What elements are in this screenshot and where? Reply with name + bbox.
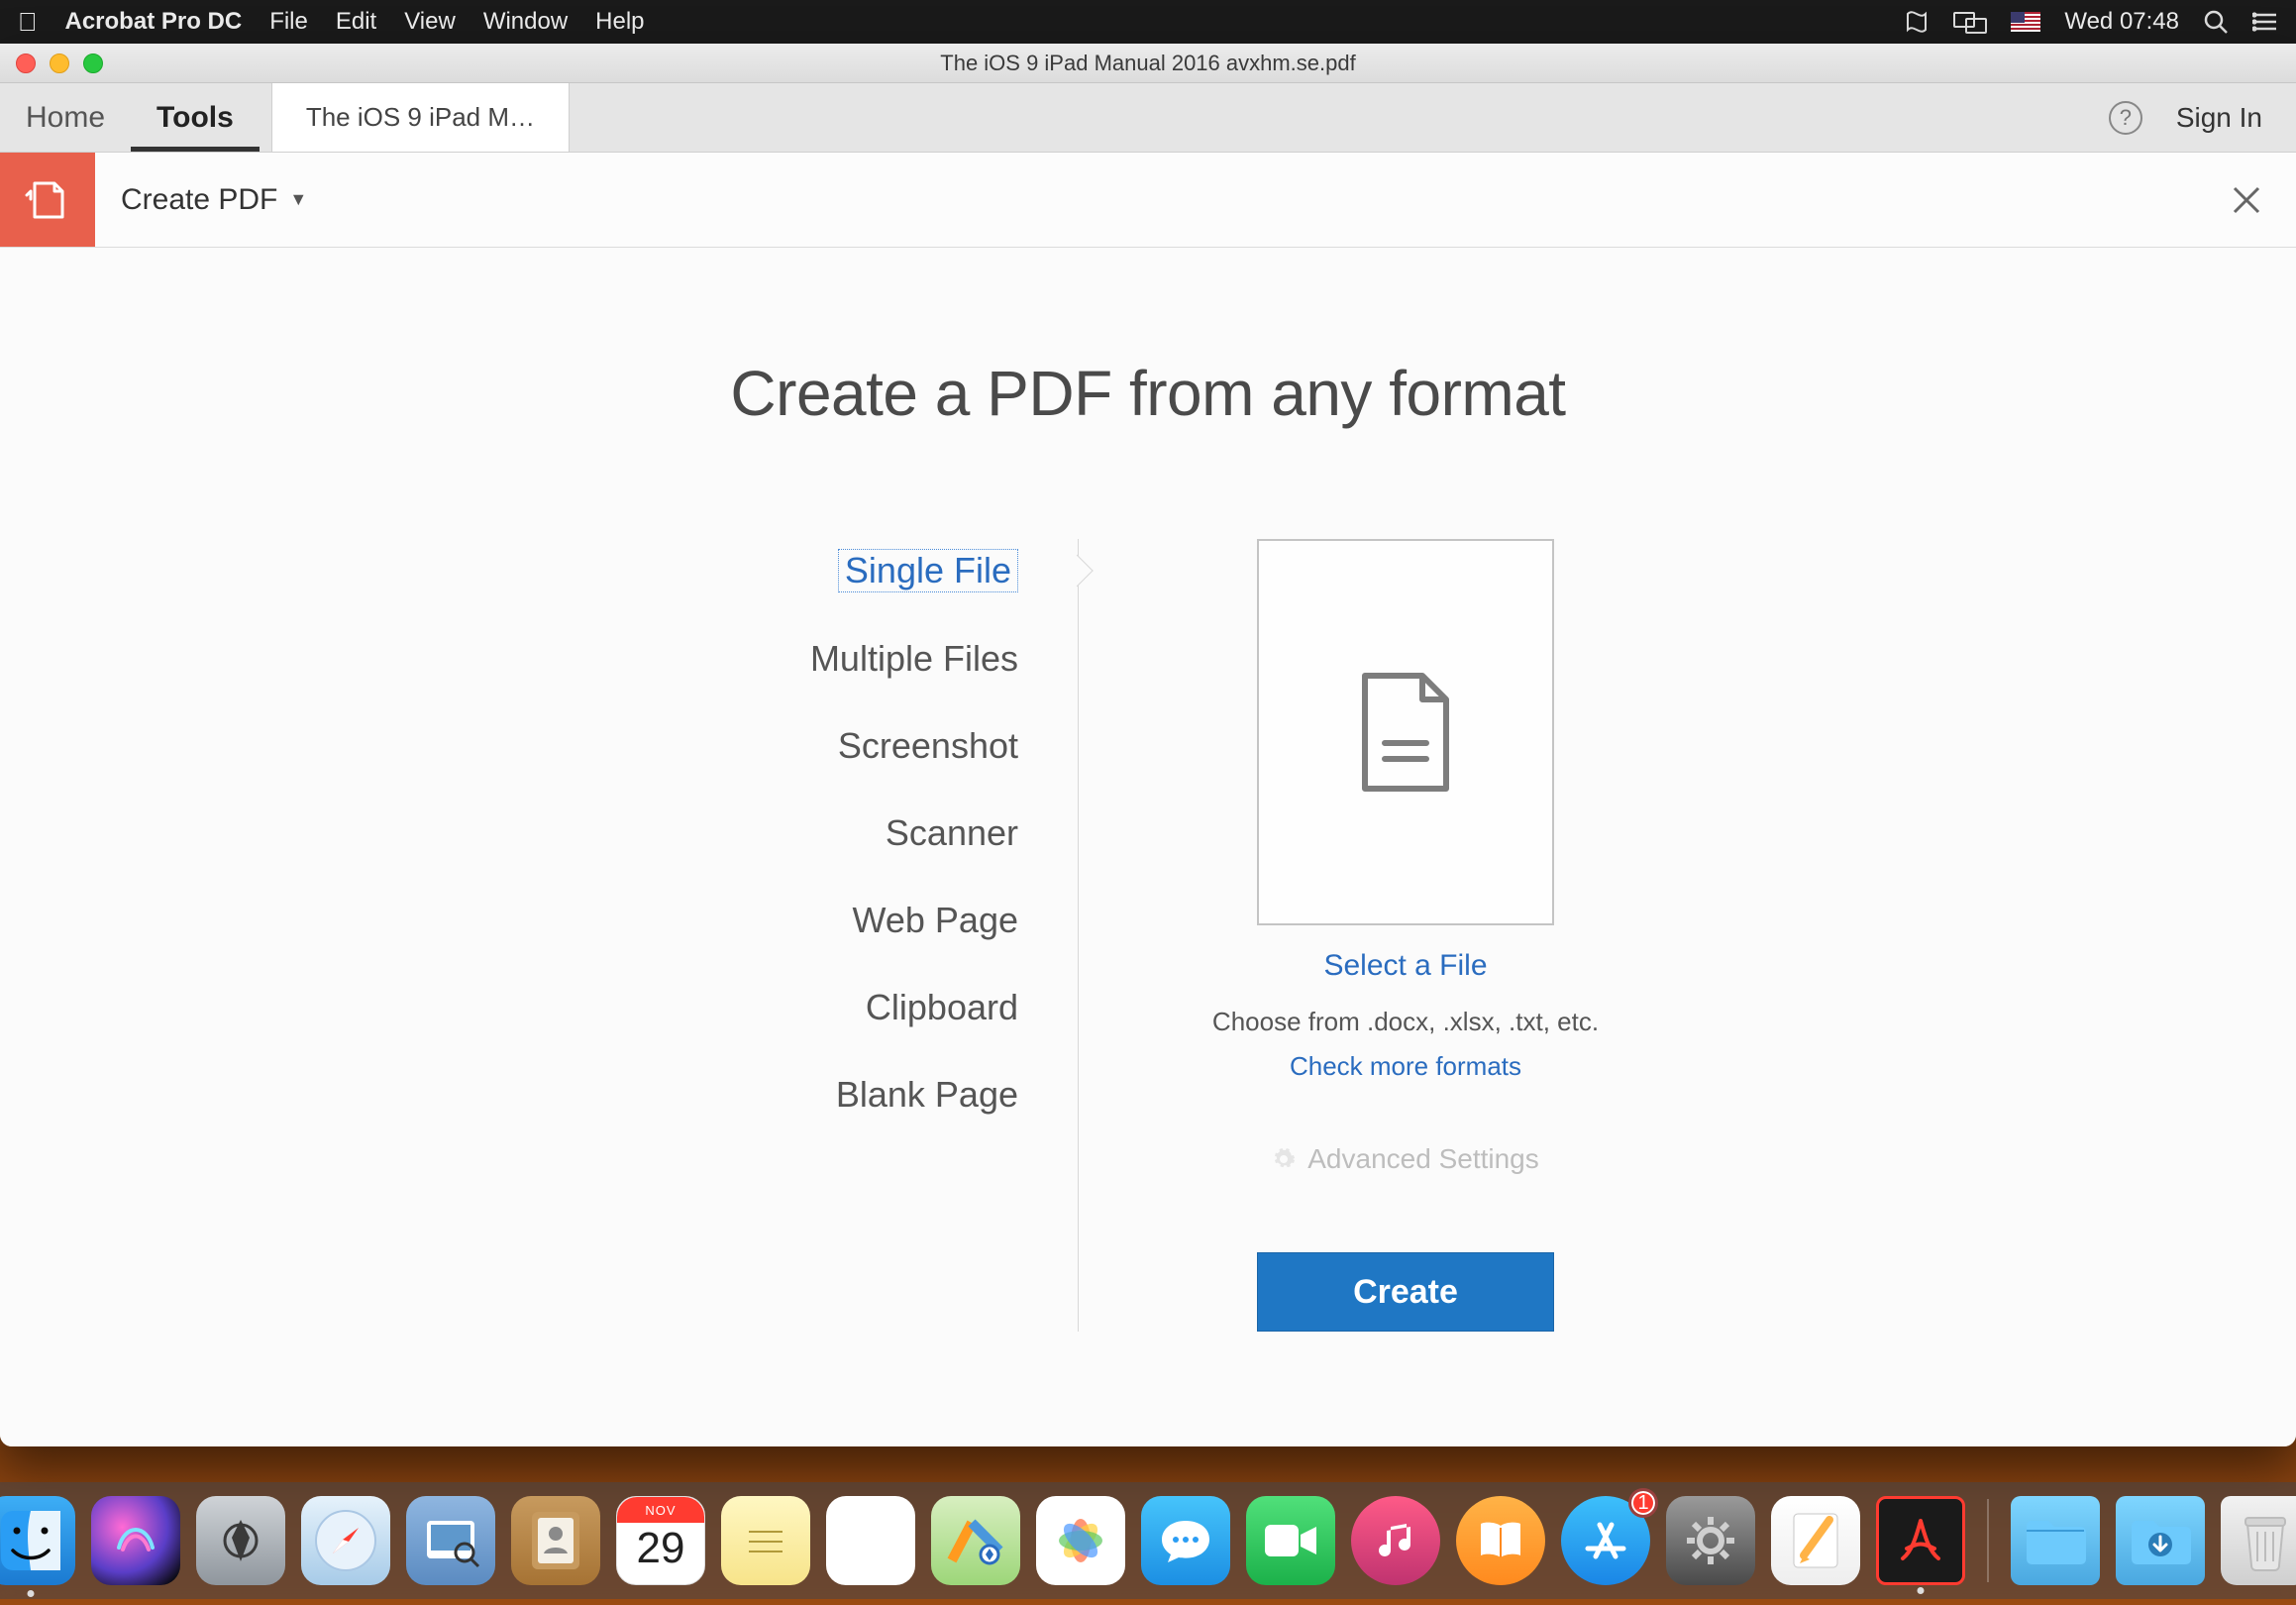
dock-siri[interactable] [91, 1496, 180, 1585]
spotlight-icon[interactable] [2203, 9, 2229, 35]
dock-finder[interactable] [0, 1496, 75, 1585]
advanced-settings-button: Advanced Settings [1272, 1143, 1539, 1175]
dock-calendar[interactable]: NOV 29 [616, 1496, 705, 1585]
window-titlebar[interactable]: The iOS 9 iPad Manual 2016 avxhm.se.pdf [0, 44, 2296, 83]
menubar-edit[interactable]: Edit [336, 8, 376, 36]
dock-contacts[interactable] [511, 1496, 600, 1585]
supported-formats-text: Choose from .docx, .xlsx, .txt, etc. [1212, 1007, 1599, 1037]
dock-appstore-badge: 1 [1628, 1488, 1658, 1518]
dock-ibooks[interactable] [1456, 1496, 1545, 1585]
dock-calendar-month: NOV [617, 1497, 704, 1523]
menubar-window[interactable]: Window [483, 8, 568, 36]
sign-in-button[interactable]: Sign In [2176, 102, 2262, 134]
menubar-clock[interactable]: Wed 07:48 [2064, 8, 2179, 36]
dock-preview[interactable] [406, 1496, 495, 1585]
tab-home[interactable]: Home [0, 83, 131, 152]
option-single-file[interactable]: Single File [838, 549, 1018, 592]
menubar-app-name[interactable]: Acrobat Pro DC [65, 8, 243, 36]
check-more-formats-link[interactable]: Check more formats [1290, 1051, 1521, 1082]
page-title: Create a PDF from any format [730, 357, 1565, 430]
tab-tools-label: Tools [157, 101, 234, 135]
option-screenshot[interactable]: Screenshot [838, 725, 1018, 767]
option-blank-page[interactable]: Blank Page [836, 1074, 1018, 1116]
dock-messages[interactable] [1141, 1496, 1230, 1585]
file-dropzone[interactable] [1257, 539, 1554, 925]
gear-icon [1272, 1147, 1296, 1171]
tool-dropdown[interactable]: Create PDF ▼ [95, 183, 333, 217]
script-menu-icon[interactable] [1904, 10, 1930, 34]
displays-menu-icon[interactable] [1953, 10, 1987, 34]
help-icon[interactable]: ? [2109, 101, 2142, 135]
create-button[interactable]: Create [1257, 1252, 1554, 1332]
dock-facetime[interactable] [1246, 1496, 1335, 1585]
dock-system-preferences[interactable] [1666, 1496, 1755, 1585]
apple-menu-icon[interactable]:  [18, 7, 38, 38]
input-source-flag-icon[interactable] [2011, 12, 2040, 32]
menubar-file[interactable]: File [269, 8, 308, 36]
tab-tools[interactable]: Tools [131, 83, 260, 152]
menubar-help[interactable]: Help [595, 8, 644, 36]
tool-close-button[interactable] [2197, 184, 2296, 216]
tab-home-label: Home [26, 101, 105, 135]
create-pdf-panel: Create a PDF from any format Single File… [0, 248, 2296, 1446]
dock-maps[interactable] [931, 1496, 1020, 1585]
dock-appstore[interactable]: 1 [1561, 1496, 1650, 1585]
window-title: The iOS 9 iPad Manual 2016 avxhm.se.pdf [0, 51, 2296, 76]
tab-document-label: The iOS 9 iPad M… [306, 102, 535, 133]
document-icon [1351, 668, 1460, 797]
dock-folder[interactable] [2011, 1496, 2100, 1585]
advanced-settings-label: Advanced Settings [1307, 1143, 1539, 1175]
dock-acrobat[interactable] [1876, 1496, 1965, 1585]
acrobat-window: The iOS 9 iPad Manual 2016 avxhm.se.pdf … [0, 44, 2296, 1446]
source-options-list: Single File Multiple Files Screenshot Sc… [663, 539, 1079, 1332]
dock-photos[interactable] [1036, 1496, 1125, 1585]
dock-itunes[interactable] [1351, 1496, 1440, 1585]
tab-document[interactable]: The iOS 9 iPad M… [271, 83, 570, 152]
dock-calendar-day: 29 [637, 1524, 685, 1573]
dock-launchpad[interactable] [196, 1496, 285, 1585]
select-file-link[interactable]: Select a File [1323, 949, 1487, 983]
dock-pages[interactable] [1771, 1496, 1860, 1585]
option-multiple-files[interactable]: Multiple Files [810, 638, 1018, 680]
menubar-view[interactable]: View [404, 8, 456, 36]
dock-safari[interactable] [301, 1496, 390, 1585]
option-scanner[interactable]: Scanner [886, 812, 1018, 854]
tool-label-text: Create PDF [121, 183, 277, 217]
create-pdf-tool-icon [0, 153, 95, 247]
document-tabstrip: Home Tools The iOS 9 iPad M… ? Sign In [0, 83, 2296, 153]
dock-downloads[interactable] [2116, 1496, 2205, 1585]
dock-notes[interactable] [721, 1496, 810, 1585]
macos-menubar:  Acrobat Pro DC File Edit View Window H… [0, 0, 2296, 44]
option-clipboard[interactable]: Clipboard [866, 987, 1018, 1028]
dock-divider [1987, 1499, 1989, 1582]
dock-reminders[interactable] [826, 1496, 915, 1585]
chevron-down-icon: ▼ [289, 189, 307, 210]
option-web-page[interactable]: Web Page [853, 900, 1018, 941]
dock-trash[interactable] [2221, 1496, 2296, 1585]
macos-dock: NOV 29 [0, 1482, 2296, 1599]
notification-center-icon[interactable] [2252, 11, 2278, 33]
tool-header: Create PDF ▼ [0, 153, 2296, 248]
